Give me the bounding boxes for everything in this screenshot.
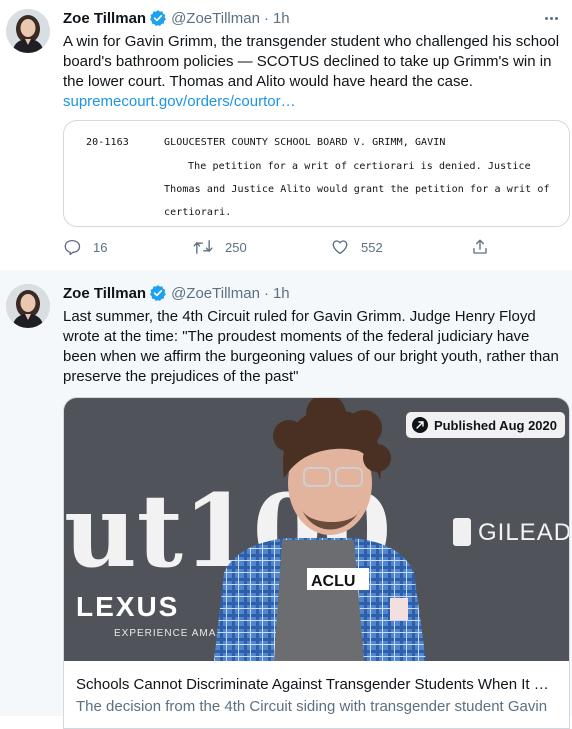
- tweet-actions: 16 250 552: [63, 238, 503, 258]
- document-image-card[interactable]: 20-1163 GLOUCESTER COUNTY SCHOOL BOARD V…: [63, 120, 570, 227]
- like-icon: [331, 238, 349, 256]
- reply-count: 16: [93, 239, 108, 255]
- verified-icon: [149, 284, 167, 302]
- tweet-header: Zoe Tillman @ZoeTillman · 1h: [63, 9, 290, 27]
- retweet-button[interactable]: 250: [193, 238, 247, 256]
- verified-icon: [149, 9, 167, 27]
- published-date: Published Aug 2020: [433, 417, 557, 433]
- sponsor-logo-2: GILEAD: [478, 519, 569, 546]
- separator: ·: [263, 9, 269, 27]
- share-button[interactable]: [471, 238, 489, 256]
- sponsor-tagline: EXPERIENCE AMAZ: [114, 628, 223, 639]
- avatar[interactable]: [6, 284, 50, 328]
- order-line-1: The petition for a writ of certiorari is…: [188, 161, 531, 172]
- author-handle[interactable]: @ZoeTillman: [171, 10, 260, 27]
- published-badge: Published Aug 2020: [405, 412, 565, 438]
- docket-number: 20-1163: [86, 137, 129, 148]
- retweet-icon: [193, 238, 213, 256]
- tweet-body: A win for Gavin Grimm, the transgender s…: [63, 33, 560, 90]
- timestamp[interactable]: 1h: [273, 285, 290, 302]
- tweet-2[interactable]: Zoe Tillman @ZoeTillman · 1h Last summer…: [0, 270, 572, 729]
- card-title[interactable]: Schools Cannot Discriminate Against Tran…: [76, 676, 556, 693]
- reply-button[interactable]: 16: [63, 238, 107, 256]
- author-name[interactable]: Zoe Tillman: [63, 10, 146, 27]
- reply-icon: [63, 238, 81, 256]
- tweet-header: Zoe Tillman @ZoeTillman · 1h: [63, 284, 290, 302]
- tweet-link[interactable]: supremecourt.gov/orders/courtor…: [63, 93, 296, 110]
- share-icon: [471, 238, 489, 256]
- order-line-2: Thomas and Justice Alito would grant the…: [164, 184, 550, 195]
- more-icon[interactable]: [540, 9, 562, 27]
- sponsor-logo-1: LEXUS: [76, 591, 179, 622]
- like-count: 552: [361, 239, 383, 255]
- published-icon: [411, 417, 428, 433]
- link-preview-card[interactable]: ut100 LEXUS EXPERIENCE AMAZ GILEAD ACLU: [63, 397, 570, 729]
- card-description: The decision from the 4th Circuit siding…: [76, 698, 548, 715]
- like-button[interactable]: 552: [331, 238, 383, 256]
- tweet-1[interactable]: Zoe Tillman @ZoeTillman · 1h A win for G…: [0, 0, 572, 271]
- tweet-text: A win for Gavin Grimm, the transgender s…: [63, 32, 563, 112]
- order-line-3: certiorari.: [164, 207, 232, 218]
- author-handle[interactable]: @ZoeTillman: [171, 285, 260, 302]
- author-name[interactable]: Zoe Tillman: [63, 285, 146, 302]
- case-caption: GLOUCESTER COUNTY SCHOOL BOARD V. GRIMM,…: [164, 137, 446, 148]
- retweet-count: 250: [225, 239, 247, 255]
- separator: ·: [263, 284, 269, 302]
- shirt-text: ACLU: [311, 573, 355, 590]
- avatar[interactable]: [6, 9, 50, 53]
- timestamp[interactable]: 1h: [273, 10, 290, 27]
- tweet-text: Last summer, the 4th Circuit ruled for G…: [63, 308, 559, 385]
